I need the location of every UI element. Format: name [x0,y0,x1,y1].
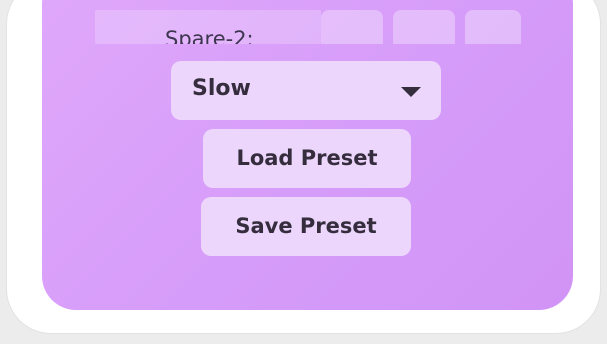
chevron-down-icon [401,87,421,97]
controls-panel: Spare-2: Slow Load Preset Save Preset [42,0,573,310]
spare-2-field-2[interactable] [393,10,455,44]
spare-2-row: Spare-2: [95,10,525,44]
speed-select-value: Slow [192,76,251,101]
save-preset-button[interactable]: Save Preset [201,197,411,256]
load-preset-button[interactable]: Load Preset [203,129,411,188]
spare-2-label-cell: Spare-2: [95,10,321,44]
spare-2-field-1[interactable] [321,10,383,44]
spare-2-label: Spare-2: [165,27,254,44]
spare-2-field-3[interactable] [465,10,521,44]
speed-select[interactable]: Slow [171,61,441,120]
